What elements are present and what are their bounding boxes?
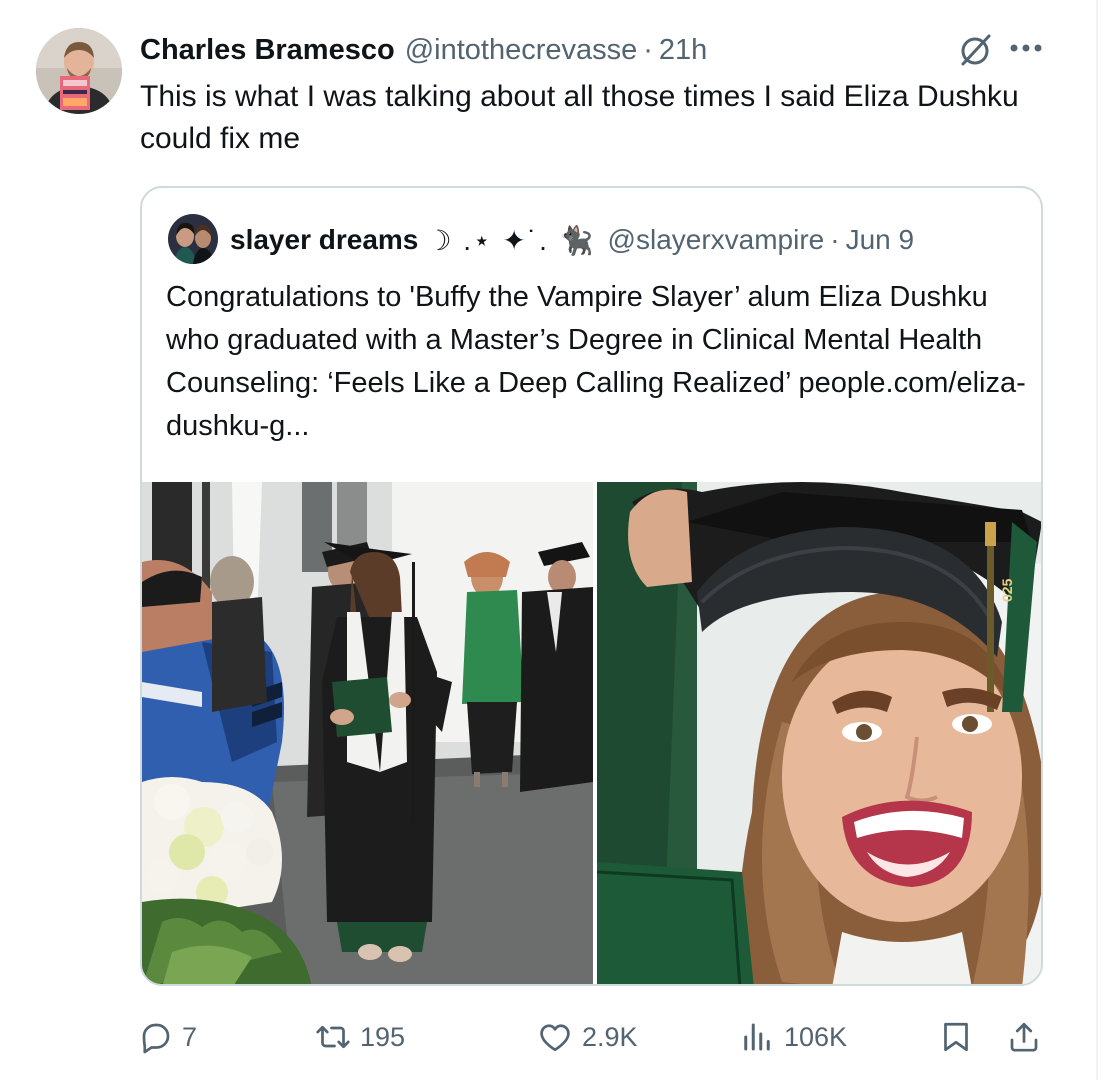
reply-icon [142,1023,170,1054]
header-separator: · [643,33,653,66]
quote-media[interactable]: 025 [142,482,1043,986]
tweet-timestamp[interactable]: 21h [659,34,707,67]
quote-author-avatar-image [168,214,218,264]
author-avatar-image [36,28,122,114]
graduation-stage-photo[interactable] [142,482,593,986]
bookmark-button[interactable] [938,1014,974,1060]
like-button[interactable]: 2.9K [536,1014,638,1060]
tweet-action-bar: 7 195 2.9K 106K [138,1014,1048,1060]
repost-count: 195 [360,1021,406,1052]
more-icon[interactable] [1006,32,1046,68]
author-display-name[interactable]: Charles Bramesco [140,34,395,67]
author-avatar[interactable] [36,28,122,114]
quote-author-avatar[interactable] [168,214,218,264]
views-button[interactable]: 106K [738,1014,847,1060]
quote-author-handle[interactable]: @slayerxvampire [608,224,825,256]
like-count: 2.9K [582,1021,638,1052]
repost-icon [316,1025,350,1049]
quote-author-display-name[interactable]: slayer dreams [230,224,418,256]
repost-button[interactable]: 195 [314,1014,405,1060]
tweet: Charles Bramesco @intothecrevasse · 21h … [0,0,1114,1080]
like-icon [540,1024,570,1052]
tassel-charm-text: 025 [999,578,1015,602]
quote-author-name-decoration: ☽ .⋆ ✦˙. 🐈‍⬛ [426,224,596,256]
share-icon [1010,1022,1038,1052]
tweet-text: This is what I was talking about all tho… [140,80,1019,155]
reply-count: 7 [182,1021,198,1052]
quoted-tweet[interactable]: slayer dreams ☽ .⋆ ✦˙. 🐈‍⬛ @slayerxvampi… [140,186,1043,986]
grok-icon[interactable] [955,30,995,70]
share-button[interactable] [1006,1014,1042,1060]
graduation-selfie-photo[interactable]: 025 [596,482,1043,986]
media-divider [593,482,597,984]
quote-header-separator: · [830,224,840,255]
views-icon [744,1023,770,1051]
quote-timestamp[interactable]: Jun 9 [846,224,915,256]
views-count: 106K [784,1021,848,1052]
quote-header: slayer dreams ☽ .⋆ ✦˙. 🐈‍⬛ @slayerxvampi… [230,220,914,260]
quote-text: Congratulations to 'Buffy the Vampire Sl… [166,276,1026,448]
timeline-divider [1096,0,1098,1080]
reply-button[interactable]: 7 [138,1014,197,1060]
tweet-header: Charles Bramesco @intothecrevasse · 21h [140,30,707,70]
bookmark-icon [944,1022,968,1052]
author-handle[interactable]: @intothecrevasse [405,34,638,67]
